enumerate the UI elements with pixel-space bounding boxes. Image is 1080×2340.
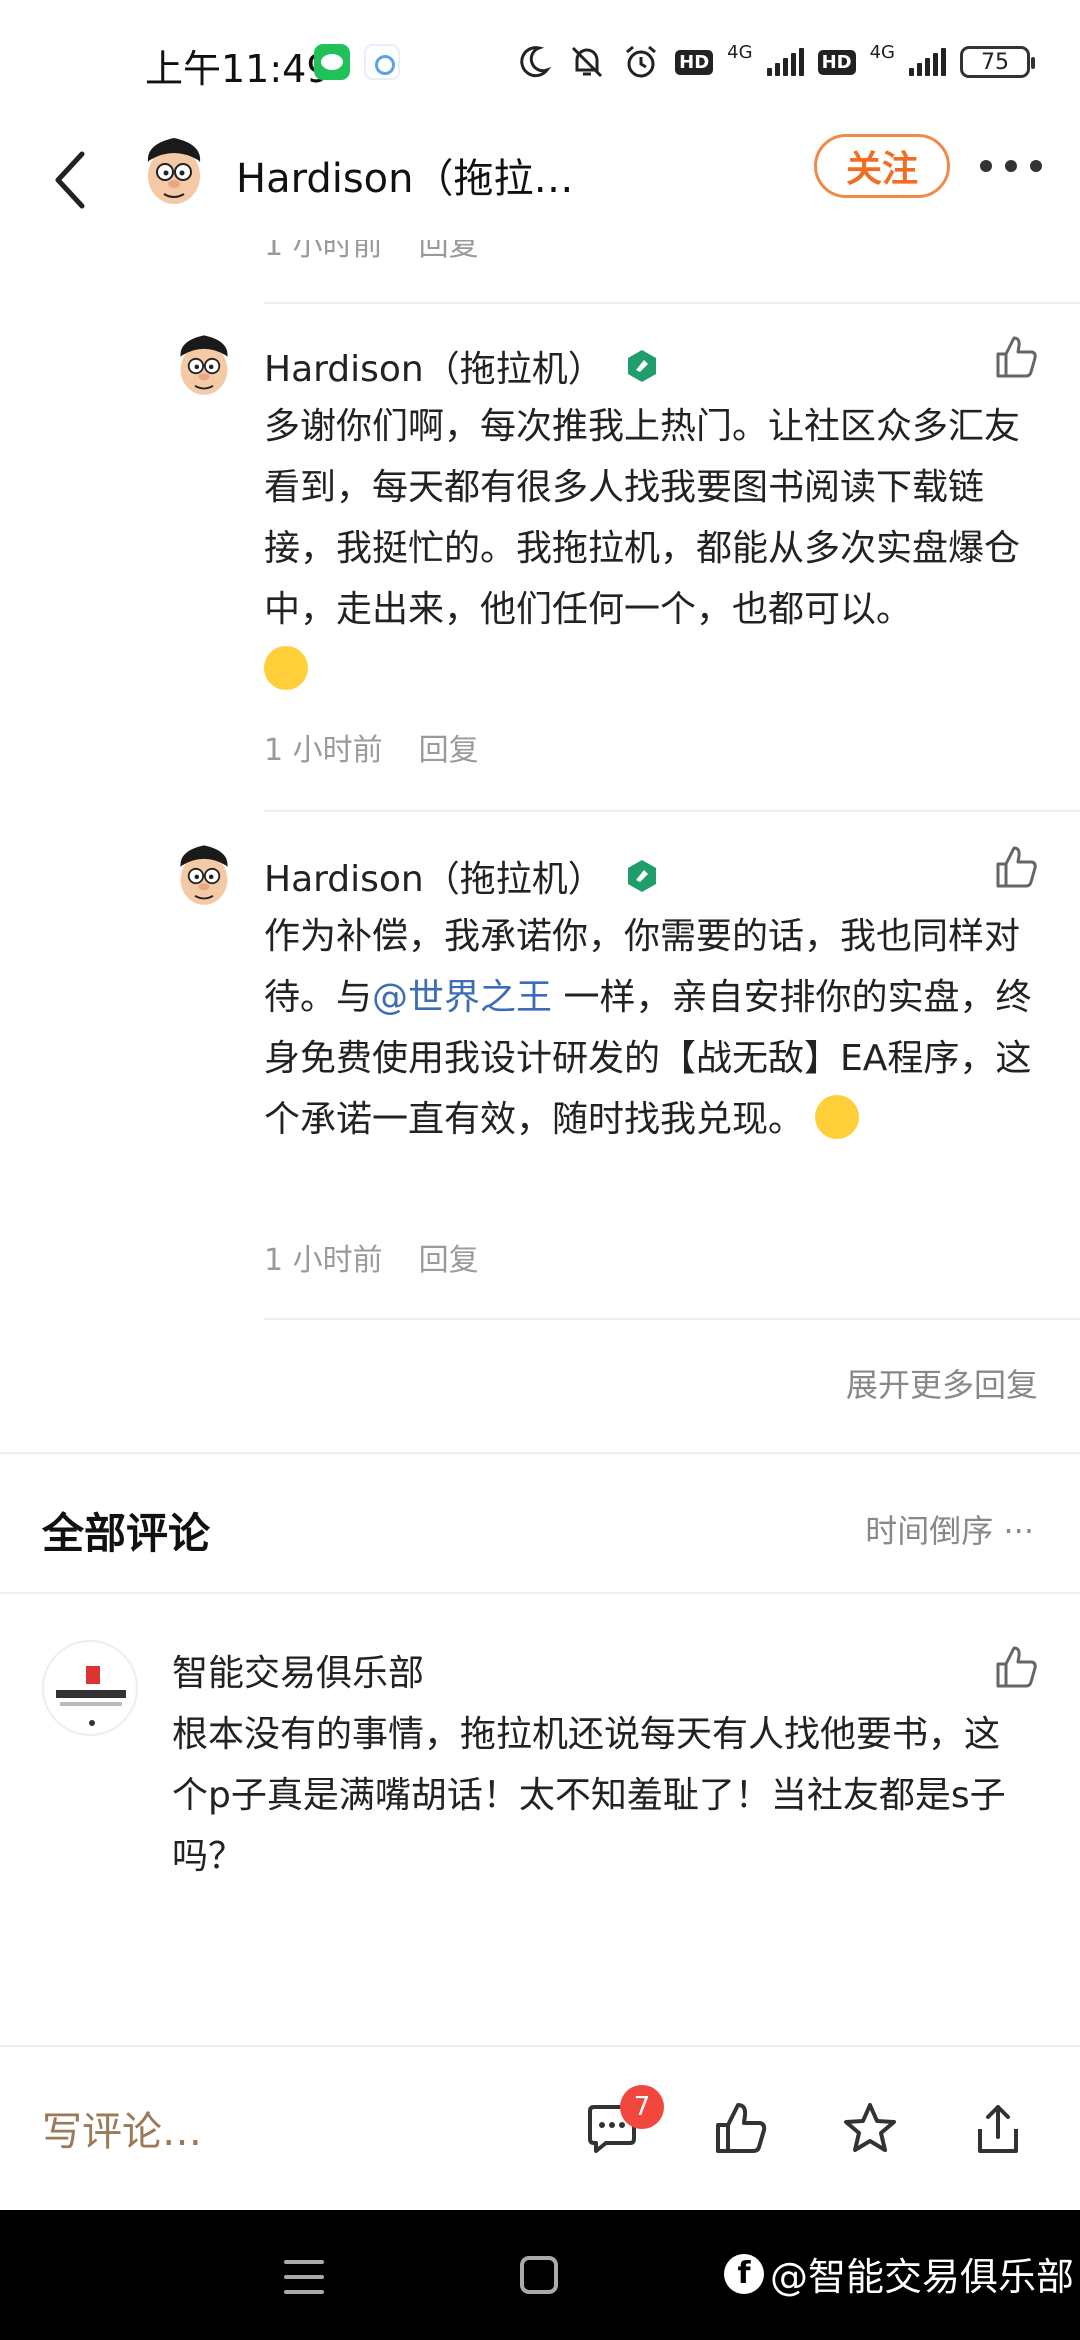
reply-button[interactable]: 回复 [419, 1235, 479, 1279]
cloud-app-icon [364, 44, 400, 80]
status-bar: 上午11:49 HD 4G HD 4G 75 [0, 0, 1080, 120]
reply-author[interactable]: Hardison（拖拉机） [264, 340, 660, 392]
sort-dropdown[interactable]: 时间倒序 ··· [865, 1506, 1034, 1552]
avatar[interactable] [138, 132, 210, 212]
reply-button[interactable]: 回复 [419, 725, 479, 769]
reply-button[interactable]: 回复 [419, 240, 479, 264]
section-title: 全部评论 [42, 1509, 211, 1558]
status-time: 上午11:49 [145, 47, 331, 91]
comment-author[interactable]: 智能交易俱乐部 [172, 1644, 424, 1696]
top-header: Hardison（拖拉… 关注 [0, 120, 1080, 240]
hd-badge: HD [675, 49, 714, 75]
write-comment-input[interactable]: 写评论… [42, 2099, 202, 2157]
reply-time: 1 小时前 [264, 240, 383, 263]
mute-bell-icon [567, 42, 607, 82]
follow-button[interactable]: 关注 [814, 134, 950, 198]
reply-time: 1 小时前 [264, 733, 383, 768]
comment-thread: 1 小时前 回复 Hardison（拖拉机） 多谢你们啊，每次推我上热门。让社区… [0, 240, 1080, 2045]
divider [264, 1318, 1080, 1320]
signal-icon [766, 48, 804, 76]
share-icon[interactable] [968, 2099, 1028, 2159]
section-divider [0, 1592, 1080, 1594]
hd-badge: HD [817, 49, 856, 75]
watermark: f @智能交易俱乐部 [724, 2246, 1074, 2301]
like-icon[interactable] [710, 2099, 770, 2159]
divider [264, 302, 1080, 304]
signal-icon [909, 48, 946, 76]
reply-meta: 1 小时前 回复 [264, 240, 479, 264]
expand-more-replies-button[interactable]: 展开更多回复 [846, 1360, 1038, 1406]
sunglasses-emoji-icon [815, 1095, 860, 1139]
reply-text: 作为补偿，我承诺你，你需要的话，我也同样对待。与@世界之王 一样，亲自安排你的实… [264, 906, 1044, 1150]
reply-text-body: 多谢你们啊，每次推我上热门。让社区众多汇友看到，每天都有很多人找我要图书阅读下载… [264, 406, 1021, 630]
like-icon[interactable] [990, 842, 1040, 892]
comment-count-badge: 7 [620, 2085, 664, 2129]
alarm-icon [621, 42, 661, 82]
network-type: 4G [869, 41, 895, 63]
section-divider [0, 1452, 1080, 1454]
avatar[interactable] [170, 840, 238, 912]
comment-text: 根本没有的事情，拖拉机还说每天有人找他要书，这个p子真是满嘴胡话！太不知羞耻了！… [172, 1714, 1006, 1877]
back-arrow-icon[interactable] [46, 142, 96, 218]
star-icon[interactable] [840, 2099, 900, 2159]
like-icon[interactable] [990, 332, 1040, 382]
reply-meta: 1 小时前 回复 [264, 1235, 479, 1279]
divider [264, 810, 1080, 812]
reply-text: 多谢你们啊，每次推我上热门。让社区众多汇友看到，每天都有很多人找我要图书阅读下载… [264, 396, 1044, 701]
reply-time: 1 小时前 [264, 1243, 383, 1278]
verified-badge-icon [627, 350, 656, 382]
wechat-icon [314, 44, 350, 80]
reply-author-name: Hardison（拖拉机） [264, 859, 604, 900]
system-nav-bar: f @智能交易俱乐部 [0, 2210, 1080, 2340]
reply-author[interactable]: Hardison（拖拉机） [264, 850, 660, 902]
reply-meta: 1 小时前 回复 [264, 725, 479, 769]
verified-badge-icon [627, 860, 656, 892]
more-options-icon[interactable] [980, 154, 1042, 178]
reply-author-name: Hardison（拖拉机） [264, 349, 604, 390]
avatar[interactable] [42, 1640, 138, 1736]
mention-link[interactable]: @世界之王 [372, 977, 552, 1018]
battery-icon: 75 [960, 46, 1035, 78]
menu-icon[interactable] [284, 2260, 324, 2294]
network-type: 4G [727, 41, 753, 63]
moon-icon [513, 42, 553, 82]
bottom-action-bar: 写评论… 7 [0, 2045, 1080, 2210]
home-icon[interactable] [520, 2256, 558, 2294]
header-title: Hardison（拖拉… [236, 156, 574, 202]
grinning-emoji-icon [264, 646, 308, 690]
avatar[interactable] [170, 330, 238, 402]
watermark-text: @智能交易俱乐部 [770, 2255, 1075, 2299]
status-icons: HD 4G HD 4G 75 [513, 40, 1035, 84]
watermark-logo-icon: f [724, 2253, 764, 2294]
like-icon[interactable] [990, 1642, 1040, 1692]
